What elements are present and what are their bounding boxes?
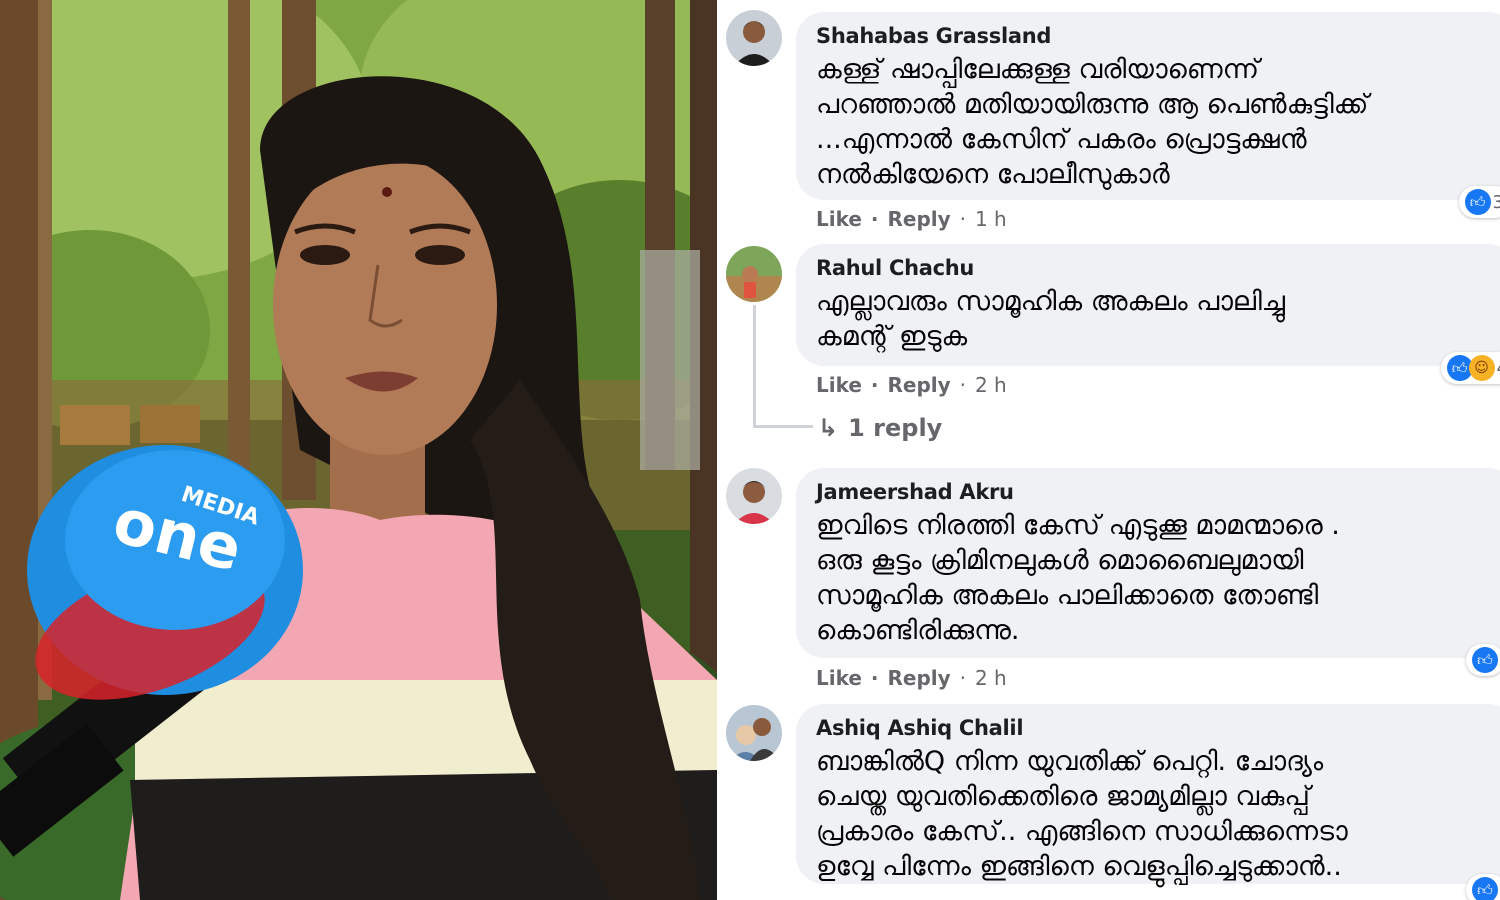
separator-dot: · — [870, 666, 879, 690]
comment-bubble: Shahabas Grassland കള്ള് ഷാപ്പിലേക്കുള്ള… — [796, 12, 1500, 200]
comment-timestamp[interactable]: 1 h — [975, 207, 1007, 231]
comments-panel: Shahabas Grassland കള്ള് ഷാപ്പിലേക്കുള്ള… — [720, 0, 1500, 900]
like-reaction-icon: 👍︎ — [1472, 877, 1498, 900]
avatar[interactable] — [726, 468, 782, 524]
like-reaction-icon: 👍︎ — [1464, 189, 1491, 215]
replies-count: 1 reply — [848, 414, 943, 442]
news-photo: MEDIA one — [0, 0, 717, 900]
comment-author[interactable]: Rahul Chachu — [816, 256, 1496, 280]
reaction-count[interactable]: 👍︎ — [1466, 644, 1500, 676]
avatar[interactable] — [726, 246, 782, 302]
reaction-count[interactable]: 👍︎ 3 — [1458, 186, 1500, 218]
comment-text: കള്ള് ഷാപ്പിലേക്കുള്ള വരിയാണെന്ന് പറഞ്ഞാ… — [816, 54, 1369, 190]
reply-button[interactable]: Reply — [887, 373, 950, 397]
thread-line — [753, 305, 756, 425]
separator-dot: · — [870, 207, 879, 231]
comment-bubble: Jameershad Akru ഇവിടെ നിരത്തി കേസ് എടുക്… — [796, 468, 1500, 658]
separator-dot: · — [959, 666, 966, 690]
comment-author[interactable]: Ashiq Ashiq Chalil — [816, 716, 1496, 740]
separator-dot: · — [959, 207, 966, 231]
like-button[interactable]: Like — [816, 373, 862, 397]
comment-actions: Like · Reply · 2 h — [816, 666, 1009, 690]
separator-dot: · — [959, 373, 966, 397]
reply-button[interactable]: Reply — [887, 666, 950, 690]
comment-actions: Like · Reply · 2 h — [816, 373, 1009, 397]
reaction-count[interactable]: 👍︎ — [1466, 874, 1500, 900]
thread-line-curve — [753, 425, 813, 428]
view-replies-link[interactable]: ↳ 1 reply — [818, 414, 942, 442]
like-button[interactable]: Like — [816, 207, 862, 231]
avatar[interactable] — [726, 705, 782, 761]
comment-text: ഇവിടെ നിരത്തി കേസ് എടുക്കൂ മാമന്മാരെ . ഒ… — [816, 510, 1340, 646]
comment-author[interactable]: Shahabas Grassland — [816, 24, 1496, 48]
like-button[interactable]: Like — [816, 666, 862, 690]
reaction-number: 4 — [1497, 358, 1500, 379]
haha-reaction-icon: ☺ — [1468, 355, 1495, 381]
avatar[interactable] — [726, 10, 782, 66]
reply-arrow-icon: ↳ — [818, 414, 839, 442]
reply-button[interactable]: Reply — [887, 207, 950, 231]
comment-text: എല്ലാവരും സാമൂഹിക അകലം പാലിച്ചു കമന്റ് ഇ… — [816, 286, 1285, 352]
comment-text: ബാങ്കിൽQ നിന്ന യുവതിക്ക് പെറ്റി. ചോദ്യം … — [816, 746, 1348, 882]
comment-bubble: Rahul Chachu എല്ലാവരും സാമൂഹിക അകലം പാലി… — [796, 244, 1500, 366]
reaction-count[interactable]: 👍︎ ☺ 4 — [1440, 352, 1500, 384]
like-reaction-icon: 👍︎ — [1472, 647, 1498, 673]
comment-author[interactable]: Jameershad Akru — [816, 480, 1496, 504]
comment-timestamp[interactable]: 2 h — [975, 666, 1007, 690]
comment-bubble: Ashiq Ashiq Chalil ബാങ്കിൽQ നിന്ന യുവതിക… — [796, 704, 1500, 884]
separator-dot: · — [870, 373, 879, 397]
comment-timestamp[interactable]: 2 h — [975, 373, 1007, 397]
reaction-number: 3 — [1492, 191, 1500, 213]
comment-actions: Like · Reply · 1 h — [816, 207, 1009, 231]
